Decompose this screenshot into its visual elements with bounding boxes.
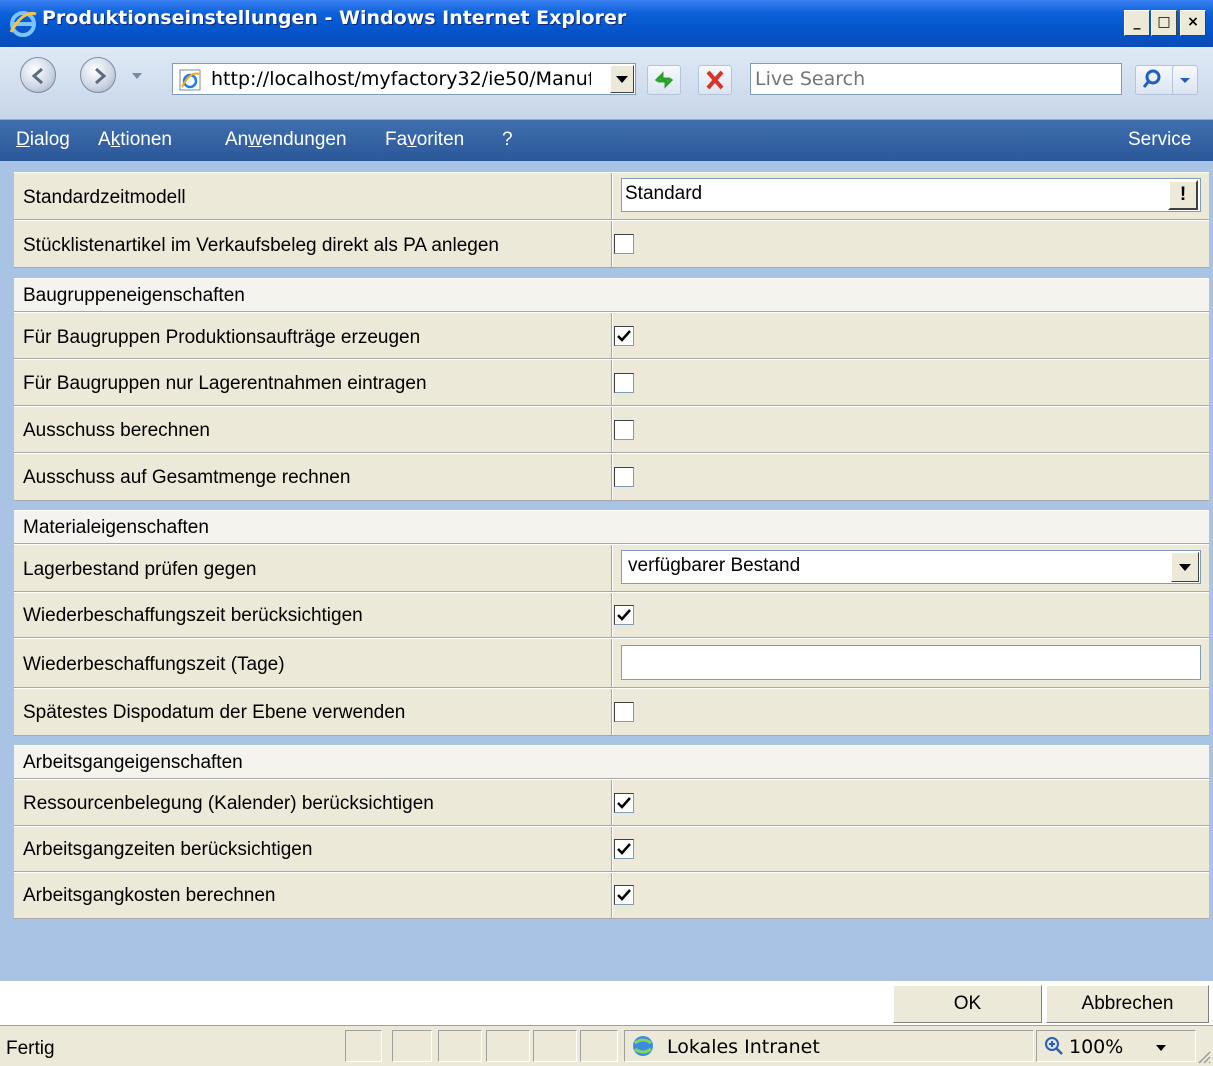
- internet-explorer-icon: [9, 11, 37, 37]
- security-zone[interactable]: Lokales Intranet: [624, 1030, 1034, 1062]
- lagerbestand-dropdown-button[interactable]: [1171, 552, 1199, 582]
- window-title: Produktionseinstellungen - Windows Inter…: [42, 7, 627, 29]
- menu-anwendungen[interactable]: Anwendungen: [225, 129, 347, 151]
- chevron-down-icon: [1180, 78, 1190, 83]
- search-box[interactable]: [750, 63, 1122, 95]
- search-icon: [1142, 69, 1161, 88]
- maximize-button[interactable]: □: [1151, 10, 1177, 36]
- search-input[interactable]: [755, 66, 1115, 92]
- row-baugruppen-pa: Für Baugruppen Produktionsaufträge erzeu…: [14, 312, 1209, 359]
- forward-arrow-icon: [95, 67, 107, 85]
- refresh-icon: [654, 71, 674, 89]
- zone-text: Lokales Intranet: [667, 1036, 820, 1058]
- checkmark-icon: [617, 797, 631, 809]
- refresh-button[interactable]: [647, 65, 681, 95]
- url-text: http://localhost/myfactory32/ie50/Manufa: [211, 68, 591, 90]
- search-options-button[interactable]: [1172, 65, 1198, 95]
- menu-help[interactable]: ?: [502, 129, 513, 151]
- stop-icon: [706, 70, 724, 90]
- address-dropdown-button[interactable]: [610, 65, 634, 93]
- row-ressourcen: Ressourcenbelegung (Kalender) berücksich…: [14, 779, 1209, 826]
- ausschuss-gesamt-checkbox[interactable]: [614, 467, 634, 487]
- resize-grip-icon[interactable]: [1195, 1048, 1211, 1064]
- row-baugruppen-lager: Für Baugruppen nur Lagerentnahmen eintra…: [14, 359, 1209, 406]
- address-field[interactable]: http://localhost/myfactory32/ie50/Manufa: [172, 63, 636, 95]
- checkmark-icon: [617, 889, 631, 901]
- zoom-control[interactable]: 100%: [1036, 1030, 1196, 1062]
- section-arbeitsgangeigenschaften: Arbeitsgangeigenschaften: [14, 745, 1209, 779]
- menu-bar: Dialog Aktionen Anwendungen Favoriten ? …: [0, 120, 1213, 161]
- zoom-text: 100%: [1069, 1036, 1124, 1058]
- standardzeitmodell-lookup-button[interactable]: !: [1168, 180, 1198, 210]
- row-wbz: Wiederbeschaffungszeit berücksichtigen: [14, 592, 1209, 638]
- intranet-globe-icon: [633, 1036, 653, 1056]
- history-dropdown-icon[interactable]: [131, 71, 143, 81]
- dispodatum-checkbox[interactable]: [614, 702, 634, 722]
- wbz-checkbox[interactable]: [614, 605, 634, 625]
- row-ag-kosten: Arbeitsgangkosten berechnen: [14, 872, 1209, 919]
- checkmark-icon: [617, 330, 631, 342]
- close-button[interactable]: ×: [1180, 10, 1206, 36]
- chevron-down-icon: [616, 76, 628, 83]
- back-button[interactable]: [20, 57, 56, 93]
- row-ag-zeiten: Arbeitsgangzeiten berücksichtigen: [14, 826, 1209, 872]
- title-bar[interactable]: Produktionseinstellungen - Windows Inter…: [0, 0, 1213, 47]
- chevron-down-icon: [1179, 564, 1191, 571]
- row-dispodatum: Spätestes Dispodatum der Ebene verwenden: [14, 688, 1209, 736]
- cancel-button[interactable]: Abbrechen: [1046, 985, 1209, 1023]
- stop-button[interactable]: [698, 65, 732, 95]
- menu-favoriten[interactable]: Favoriten: [385, 129, 464, 151]
- baugruppen-pa-checkbox[interactable]: [614, 326, 634, 346]
- lagerbestand-select[interactable]: verfügbarer Bestand: [621, 550, 1201, 584]
- minimize-button[interactable]: _: [1124, 10, 1150, 36]
- menu-service[interactable]: Service: [1128, 129, 1191, 151]
- section-materialeigenschaften: Materialeigenschaften: [14, 510, 1209, 544]
- status-bar: Fertig Lokales Intranet 100%: [0, 1025, 1213, 1066]
- standardzeitmodell-label: Standardzeitmodell: [23, 187, 186, 208]
- row-ausschuss-gesamt: Ausschuss auf Gesamtmenge rechnen: [14, 453, 1209, 501]
- ok-button[interactable]: OK: [893, 985, 1042, 1023]
- menu-dialog[interactable]: Dialog: [16, 129, 70, 151]
- stueckliste-checkbox[interactable]: [614, 234, 634, 254]
- row-stueckliste: Stücklistenartikel im Verkaufsbeleg dire…: [14, 220, 1209, 268]
- forward-button[interactable]: [80, 57, 116, 93]
- ressourcen-checkbox[interactable]: [614, 793, 634, 813]
- menu-aktionen[interactable]: Aktionen: [98, 129, 172, 151]
- status-text: Fertig: [6, 1038, 55, 1059]
- wbz-tage-field[interactable]: [621, 645, 1201, 680]
- chevron-down-icon: [1156, 1045, 1166, 1051]
- back-arrow-icon: [31, 67, 43, 85]
- checkmark-icon: [617, 609, 631, 621]
- ausschuss-checkbox[interactable]: [614, 420, 634, 440]
- zoom-icon: [1045, 1037, 1063, 1055]
- baugruppen-lager-checkbox[interactable]: [614, 373, 634, 393]
- stueckliste-label: Stücklistenartikel im Verkaufsbeleg dire…: [23, 235, 499, 256]
- standardzeitmodell-field[interactable]: Standard: [621, 178, 1201, 212]
- ag-kosten-checkbox[interactable]: [614, 885, 634, 905]
- checkmark-icon: [617, 843, 631, 855]
- ag-zeiten-checkbox[interactable]: [614, 839, 634, 859]
- row-ausschuss: Ausschuss berechnen: [14, 406, 1209, 453]
- section-baugruppeneigenschaften: Baugruppeneigenschaften: [14, 278, 1209, 312]
- page-icon: [179, 69, 201, 91]
